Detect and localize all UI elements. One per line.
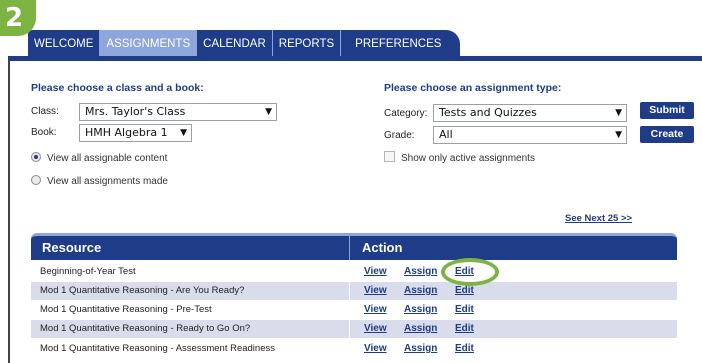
tab-reports[interactable]: REPORTS bbox=[273, 30, 342, 56]
book-select-value: HMH Algebra 1 bbox=[85, 126, 168, 139]
assign-link[interactable]: Assign bbox=[404, 304, 437, 315]
book-select[interactable]: HMH Algebra 1 ▼ bbox=[79, 124, 192, 142]
category-select-value: Tests and Quizzes bbox=[439, 106, 537, 119]
column-divider bbox=[349, 263, 350, 281]
class-book-heading: Please choose a class and a book: bbox=[31, 82, 204, 94]
radio-view-assignments-made[interactable] bbox=[31, 175, 41, 185]
resource-name: Mod 1 Quantitative Reasoning - Are You R… bbox=[40, 285, 245, 296]
assign-link[interactable]: Assign bbox=[404, 343, 437, 354]
grade-label: Grade: bbox=[384, 130, 415, 141]
tab-assignments[interactable]: ASSIGNMENTS bbox=[100, 30, 198, 56]
table-row: Mod 1 Quantitative Reasoning - Ready to … bbox=[31, 320, 677, 338]
resource-name: Beginning-of-Year Test bbox=[40, 266, 136, 277]
category-label: Category: bbox=[384, 108, 428, 119]
class-select[interactable]: Mrs. Taylor's Class ▼ bbox=[79, 103, 277, 121]
view-link[interactable]: View bbox=[364, 266, 387, 277]
table-row: Mod 1 Quantitative Reasoning - Are You R… bbox=[31, 282, 677, 300]
book-label: Book: bbox=[31, 127, 57, 138]
tab-welcome[interactable]: WELCOME bbox=[28, 30, 101, 56]
edit-link[interactable]: Edit bbox=[455, 304, 474, 315]
resource-name: Mod 1 Quantitative Reasoning - Pre-Test bbox=[40, 304, 212, 315]
table-row: Beginning-of-Year Test View Assign Edit bbox=[31, 263, 677, 281]
main-nav-tabs: WELCOME ASSIGNMENTS CALENDAR REPORTS PRE… bbox=[28, 30, 460, 56]
category-select[interactable]: Tests and Quizzes ▼ bbox=[433, 104, 627, 122]
app-page: 2 WELCOME ASSIGNMENTS CALENDAR REPORTS P… bbox=[0, 0, 702, 363]
class-label: Class: bbox=[31, 106, 59, 117]
resource-name: Mod 1 Quantitative Reasoning - Ready to … bbox=[40, 323, 251, 334]
column-divider bbox=[349, 320, 350, 338]
active-only-checkbox[interactable] bbox=[384, 151, 395, 162]
assignment-type-heading: Please choose an assignment type: bbox=[384, 82, 562, 94]
resource-name: Mod 1 Quantitative Reasoning - Assessmen… bbox=[40, 343, 275, 354]
radio-view-made-label: View all assignments made bbox=[47, 176, 168, 187]
step-number-badge: 2 bbox=[0, 0, 36, 36]
chevron-down-icon: ▼ bbox=[615, 130, 622, 140]
view-link[interactable]: View bbox=[364, 323, 387, 334]
class-select-value: Mrs. Taylor's Class bbox=[85, 105, 186, 118]
column-header-action: Action bbox=[362, 240, 403, 255]
view-link[interactable]: View bbox=[364, 285, 387, 296]
chevron-down-icon: ▼ bbox=[180, 128, 187, 138]
header-divider bbox=[349, 236, 350, 260]
edit-link[interactable]: Edit bbox=[455, 343, 474, 354]
active-only-label: Show only active assignments bbox=[401, 153, 535, 164]
table-header: Resource Action bbox=[31, 233, 677, 260]
create-button[interactable]: Create bbox=[640, 126, 694, 143]
column-divider bbox=[349, 340, 350, 358]
frame-top-bar bbox=[8, 56, 702, 61]
assign-link[interactable]: Assign bbox=[404, 285, 437, 296]
column-divider bbox=[349, 282, 350, 300]
view-link[interactable]: View bbox=[364, 304, 387, 315]
assign-link[interactable]: Assign bbox=[404, 323, 437, 334]
tab-preferences[interactable]: PREFERENCES bbox=[341, 30, 455, 56]
see-next-link[interactable]: See Next 25 >> bbox=[565, 213, 632, 224]
grade-select[interactable]: All ▼ bbox=[433, 126, 627, 144]
table-row: Mod 1 Quantitative Reasoning - Assessmen… bbox=[31, 340, 677, 358]
edit-link[interactable]: Edit bbox=[455, 285, 474, 296]
radio-view-assignable-label: View all assignable content bbox=[47, 153, 168, 164]
chevron-down-icon: ▼ bbox=[615, 108, 622, 118]
edit-highlight-circle bbox=[441, 258, 499, 286]
radio-view-assignable[interactable] bbox=[31, 152, 41, 162]
view-link[interactable]: View bbox=[364, 343, 387, 354]
chevron-down-icon: ▼ bbox=[265, 107, 272, 117]
grade-select-value: All bbox=[439, 128, 453, 141]
column-header-resource: Resource bbox=[42, 240, 102, 255]
submit-button[interactable]: Submit bbox=[640, 102, 694, 119]
column-divider bbox=[349, 301, 350, 319]
table-row: Mod 1 Quantitative Reasoning - Pre-Test … bbox=[31, 301, 677, 319]
edit-link[interactable]: Edit bbox=[455, 323, 474, 334]
assign-link[interactable]: Assign bbox=[404, 266, 437, 277]
tab-calendar[interactable]: CALENDAR bbox=[197, 30, 273, 56]
